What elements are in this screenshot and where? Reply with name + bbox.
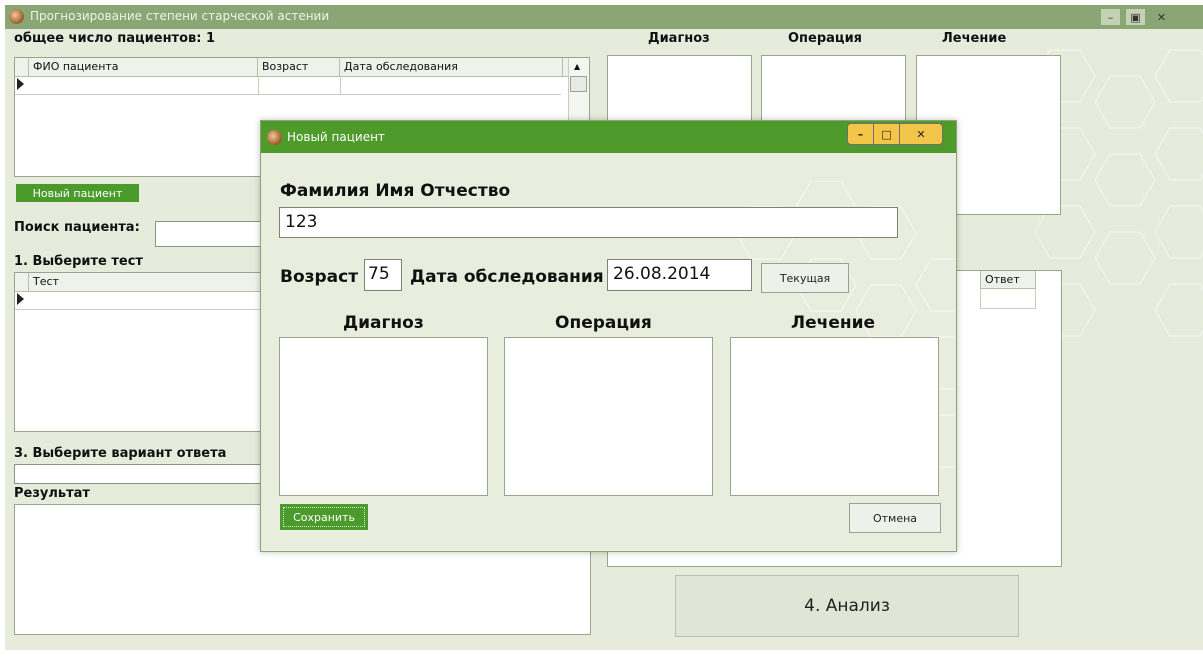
search-label: Поиск пациента:: [14, 220, 140, 235]
restore-button[interactable]: ▣: [1125, 8, 1146, 26]
close-button[interactable]: ✕: [1151, 8, 1172, 26]
row-indicator-header: [15, 58, 29, 76]
restore-icon: ▣: [1130, 10, 1141, 24]
column-fio[interactable]: ФИО пациента: [29, 58, 258, 76]
table-row[interactable]: [15, 76, 561, 95]
minimize-icon: –: [1107, 10, 1114, 24]
treatment-header: Лечение: [942, 31, 1007, 46]
dialog-diagnosis-list[interactable]: [279, 337, 488, 496]
dialog-titlebar: Новый пациент – □ ✕: [261, 121, 956, 153]
app-logo-icon: [9, 9, 24, 24]
answer-select[interactable]: [14, 464, 264, 484]
new-patient-dialog: Новый пациент – □ ✕ Фамилия Имя Отчество…: [260, 120, 957, 552]
column-age[interactable]: Возраст: [258, 58, 340, 76]
current-date-button[interactable]: Текущая: [761, 263, 849, 293]
minimize-button[interactable]: –: [1100, 8, 1121, 26]
operation-header: Операция: [788, 31, 863, 46]
dialog-diagnosis-label: Диагноз: [343, 313, 424, 333]
column-answer[interactable]: Ответ: [980, 271, 1036, 289]
row-pointer-icon: [17, 293, 24, 305]
column-test[interactable]: Тест: [29, 273, 279, 291]
new-patient-button[interactable]: Новый пациент: [16, 184, 139, 202]
row-pointer-icon: [17, 78, 24, 90]
table-row[interactable]: [980, 289, 1036, 309]
app-logo-icon: [267, 130, 282, 145]
dialog-operation-list[interactable]: [504, 337, 713, 496]
dialog-title: Новый пациент: [287, 130, 385, 144]
table-row[interactable]: [15, 291, 275, 310]
minimize-icon: –: [857, 127, 864, 141]
close-icon: ✕: [916, 127, 926, 141]
main-titlebar: Прогнозирование степени старческой астен…: [5, 5, 1203, 29]
date-label: Дата обследования: [410, 267, 604, 287]
dialog-treatment-label: Лечение: [791, 313, 876, 333]
row-indicator-header: [15, 273, 29, 291]
cancel-button[interactable]: Отмена: [849, 503, 941, 533]
dialog-minimize-button[interactable]: –: [847, 123, 874, 145]
dialog-operation-label: Операция: [555, 313, 652, 333]
column-date[interactable]: Дата обследования: [340, 58, 563, 76]
date-input[interactable]: 26.08.2014: [607, 259, 752, 291]
dialog-maximize-button[interactable]: □: [873, 123, 900, 145]
save-button[interactable]: Сохранить: [280, 504, 368, 530]
dialog-treatment-list[interactable]: [730, 337, 939, 496]
result-label: Результат: [14, 486, 90, 501]
diagnosis-header: Диагноз: [648, 31, 710, 46]
test-table[interactable]: Тест: [14, 272, 276, 432]
fio-label: Фамилия Имя Отчество: [280, 181, 511, 201]
test-table-header: Тест: [15, 273, 275, 292]
analyze-button[interactable]: 4. Анализ: [675, 575, 1019, 637]
scroll-thumb[interactable]: [570, 76, 587, 92]
age-input[interactable]: 75: [364, 259, 402, 291]
select-answer-label: 3. Выберите вариант ответа: [14, 446, 227, 461]
main-window-title: Прогнозирование степени старческой астен…: [30, 9, 330, 23]
search-input[interactable]: [155, 221, 265, 247]
close-icon: ✕: [1156, 10, 1167, 24]
scroll-up-icon: ▲: [574, 62, 581, 71]
dialog-close-button[interactable]: ✕: [899, 123, 943, 145]
patients-table-header: ФИО пациента Возраст Дата обследования: [15, 58, 589, 77]
fio-input[interactable]: 123: [279, 207, 898, 238]
select-test-label: 1. Выберите тест: [14, 254, 143, 269]
patient-count-label: общее число пациентов: 1: [14, 31, 216, 46]
maximize-icon: □: [881, 127, 892, 141]
age-label: Возраст: [280, 267, 359, 287]
